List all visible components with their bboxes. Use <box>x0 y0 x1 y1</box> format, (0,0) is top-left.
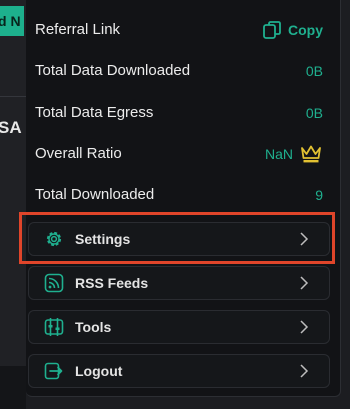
background-divider <box>0 96 26 97</box>
total-downloaded-row: Total Downloaded 9 <box>35 174 323 215</box>
total-downloaded-value: 9 <box>315 186 323 203</box>
copy-referral-button[interactable]: Copy <box>262 20 323 40</box>
crown-icon <box>299 143 323 165</box>
settings-menu-item[interactable]: Settings <box>28 222 330 256</box>
chevron-right-icon <box>298 363 310 379</box>
referral-link-label: Referral Link <box>35 21 121 38</box>
background-page: d N SA <box>0 0 26 409</box>
background-footer <box>0 366 26 409</box>
background-text: SA <box>0 118 22 137</box>
chevron-right-icon <box>298 275 310 291</box>
tools-icon <box>44 317 64 337</box>
logout-menu-item[interactable]: Logout <box>28 354 330 388</box>
chevron-right-icon <box>298 231 310 247</box>
copy-icon <box>262 20 282 40</box>
copy-label: Copy <box>288 21 323 38</box>
rss-icon <box>44 273 64 293</box>
user-dropdown-menu: Referral Link Copy Total Data Downloaded… <box>26 0 341 397</box>
overall-ratio-row: Overall Ratio NaN <box>35 133 323 174</box>
gear-icon <box>44 229 64 249</box>
overall-ratio-value-group: NaN <box>265 143 323 165</box>
total-data-egress-label: Total Data Egress <box>35 104 154 121</box>
referral-link-row: Referral Link Copy <box>35 9 323 50</box>
total-data-egress-value: 0B <box>305 104 323 121</box>
logout-icon <box>44 361 64 381</box>
tools-label: Tools <box>75 319 112 335</box>
tools-menu-item[interactable]: Tools <box>28 310 330 344</box>
total-data-downloaded-row: Total Data Downloaded 0B <box>35 50 323 91</box>
total-data-downloaded-value: 0B <box>305 62 323 79</box>
settings-label: Settings <box>75 231 131 247</box>
background-badge: d N <box>0 6 24 36</box>
rss-feeds-label: RSS Feeds <box>75 275 149 291</box>
logout-label: Logout <box>75 363 123 379</box>
total-data-egress-row: Total Data Egress 0B <box>35 92 323 133</box>
chevron-right-icon <box>298 319 310 335</box>
rss-feeds-menu-item[interactable]: RSS Feeds <box>28 266 330 300</box>
overall-ratio-label: Overall Ratio <box>35 145 122 162</box>
total-data-downloaded-label: Total Data Downloaded <box>35 62 191 79</box>
total-downloaded-label: Total Downloaded <box>35 186 155 203</box>
overall-ratio-value: NaN <box>264 145 293 162</box>
